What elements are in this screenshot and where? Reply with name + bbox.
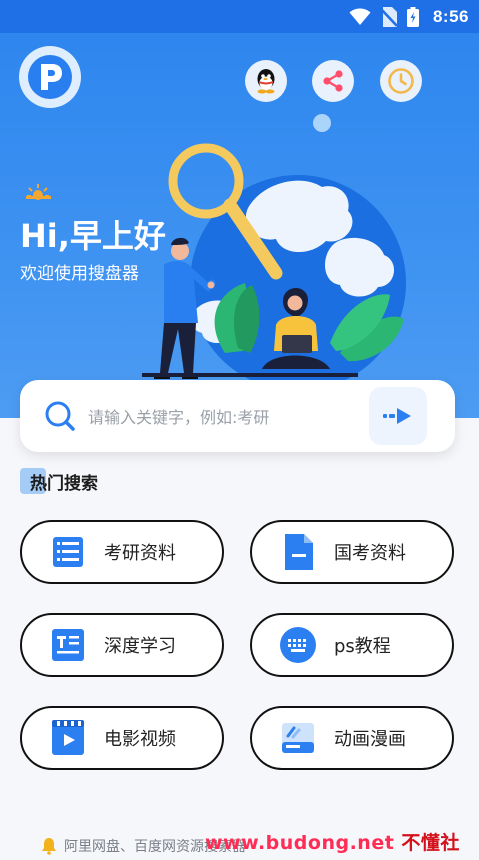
video-icon (48, 718, 88, 758)
document-icon (278, 532, 318, 572)
battery-icon (406, 6, 419, 27)
hot-search-title: 热门搜索 (20, 466, 98, 496)
category-label: 动画漫画 (334, 729, 406, 750)
search-bar[interactable]: 请输入关键字，例如:考研 (20, 380, 455, 452)
status-bar: 8:56 (0, 0, 479, 33)
category-button-anime[interactable]: 动画漫画 (250, 706, 454, 770)
category-label: 考研资料 (104, 543, 176, 564)
watermark-url: www.budong.net (205, 832, 395, 854)
hot-badge-label: 热 (30, 473, 47, 494)
bell-icon (42, 838, 56, 855)
search-submit-button[interactable] (369, 387, 427, 445)
search-icon (45, 401, 75, 431)
list-icon (48, 532, 88, 572)
category-label: ps教程 (334, 636, 391, 657)
category-label: 深度学习 (104, 636, 176, 657)
wifi-icon (349, 8, 371, 25)
category-label: 电影视频 (104, 729, 176, 750)
no-sim-icon (380, 6, 397, 27)
search-input[interactable]: 请输入关键字，例如:考研 (88, 404, 369, 428)
greeting-title: Hi,早上好 (20, 217, 166, 255)
text-document-icon (48, 625, 88, 665)
greeting-subtitle: 欢迎使用搜盘器 (20, 264, 139, 284)
category-button-movies[interactable]: 电影视频 (20, 706, 224, 770)
hero-banner: Hi,早上好 欢迎使用搜盘器 (0, 33, 479, 418)
keyboard-icon (278, 625, 318, 665)
watermark: www.budong.net 不懂社区 (205, 828, 479, 860)
hot-title-text: 门搜索 (47, 473, 98, 494)
category-button-deep-learning[interactable]: 深度学习 (20, 613, 224, 677)
category-button-kaoyan[interactable]: 考研资料 (20, 520, 224, 584)
status-time: 8:56 (432, 6, 469, 26)
tv-icon (278, 718, 318, 758)
category-label: 国考资料 (334, 543, 406, 564)
arrow-right-icon (383, 408, 411, 424)
category-button-guokao[interactable]: 国考资料 (250, 520, 454, 584)
category-button-ps[interactable]: ps教程 (250, 613, 454, 677)
